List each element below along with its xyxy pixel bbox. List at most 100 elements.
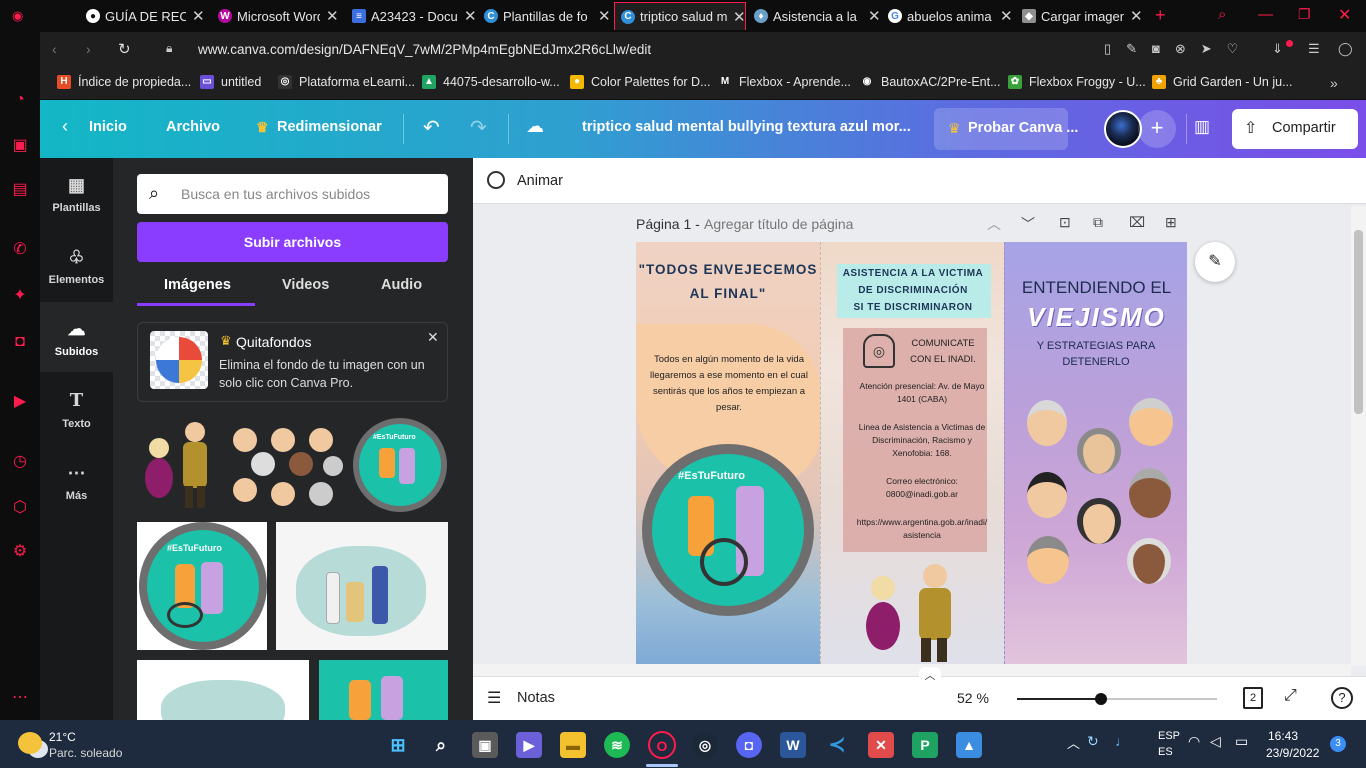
- task-view-icon[interactable]: ▣: [472, 732, 498, 758]
- bookmark-item[interactable]: ● Color Palettes for D...: [570, 75, 711, 89]
- add-member-button[interactable]: +: [1138, 110, 1176, 148]
- resize-button[interactable]: Redimensionar: [277, 119, 382, 135]
- search-icon[interactable]: ⌕: [1218, 6, 1226, 23]
- bookmark-item[interactable]: M Flexbox - Aprende...: [718, 75, 851, 89]
- word-icon[interactable]: W: [780, 732, 806, 758]
- trash-icon[interactable]: ⌧: [1129, 214, 1145, 231]
- weather-icon[interactable]: [18, 732, 42, 754]
- close-icon[interactable]: ✕: [427, 329, 439, 346]
- weather-temp[interactable]: 21°C: [49, 730, 76, 744]
- add-comment-button[interactable]: ✎: [1195, 242, 1235, 282]
- analytics-icon[interactable]: ▥: [1194, 117, 1210, 137]
- discord-icon[interactable]: ◘: [10, 332, 30, 352]
- windows-start-icon[interactable]: ⊞: [385, 732, 411, 758]
- maximize-button[interactable]: ❐: [1298, 6, 1311, 23]
- rail-uploads[interactable]: ☁ Subidos: [40, 302, 113, 372]
- image-thumbnail[interactable]: [137, 416, 217, 512]
- clock-date[interactable]: 23/9/2022: [1266, 746, 1319, 760]
- tab-asistencia[interactable]: ♦ Asistencia a la ✕: [754, 2, 880, 30]
- tab-docs[interactable]: ≡ A23423 - Docu ✕: [352, 2, 476, 30]
- image-thumbnail[interactable]: #EsTuFuturo: [137, 522, 267, 650]
- tab-abuelos[interactable]: G abuelos anima ✕: [888, 2, 1012, 30]
- close-icon[interactable]: ✕: [1130, 7, 1142, 25]
- spotify-icon[interactable]: ≋: [604, 732, 630, 758]
- tab-triptico[interactable]: C triptico salud m ✕: [614, 2, 746, 30]
- bookmark-item[interactable]: H Índice de propieda...: [57, 75, 191, 89]
- close-icon[interactable]: ✕: [598, 7, 610, 25]
- image-thumbnail[interactable]: [225, 422, 343, 510]
- image-thumbnail[interactable]: [319, 660, 448, 720]
- bookmark-item[interactable]: ▲ 44075-desarrollo-w...: [422, 75, 560, 89]
- url-field[interactable]: www.canva.com/design/DAFNEqV_7wM/2PMp4mE…: [198, 42, 651, 57]
- close-icon[interactable]: ✕: [464, 7, 476, 25]
- box-icon[interactable]: ⬡: [10, 498, 30, 518]
- page-title-input[interactable]: Agregar título de página: [704, 216, 853, 232]
- new-tab-button[interactable]: +: [1155, 5, 1166, 26]
- tab-videos[interactable]: Videos: [282, 277, 329, 293]
- file-menu-button[interactable]: Archivo: [166, 119, 220, 135]
- battery-icon[interactable]: ▭: [1235, 733, 1248, 750]
- bookmark-item[interactable]: ▭ untitled: [200, 75, 261, 89]
- folder-icon[interactable]: ▬: [560, 732, 586, 758]
- vscode-icon[interactable]: ≺: [824, 732, 850, 758]
- tab-cargar[interactable]: ◆ Cargar imagen ✕: [1022, 2, 1142, 30]
- zoom-slider-thumb[interactable]: [1095, 693, 1107, 705]
- download-icon[interactable]: ⇓: [1272, 41, 1283, 57]
- chevron-down-icon[interactable]: ﹀: [1021, 214, 1035, 234]
- sync-icon[interactable]: ↻: [1087, 733, 1099, 750]
- whatsapp-icon[interactable]: ✆: [10, 240, 30, 260]
- lock-icon[interactable]: ⊡: [1059, 214, 1071, 231]
- document-title[interactable]: triptico salud mental bullying textura a…: [582, 119, 912, 135]
- bookmark-item[interactable]: ◉ BautoxAC/2Pre-Ent...: [860, 75, 1001, 89]
- snipping-tool-icon[interactable]: ✕: [868, 732, 894, 758]
- bookmark-item[interactable]: ◎ Plataforma eLearni...: [278, 75, 415, 89]
- steam-icon[interactable]: ◎: [692, 732, 718, 758]
- undo-icon[interactable]: ↶: [423, 115, 440, 140]
- share-button[interactable]: ⇧ Compartir: [1232, 109, 1358, 149]
- tab-guia[interactable]: ● GUÍA DE RECU✕: [86, 2, 204, 30]
- redo-icon[interactable]: ↷: [470, 115, 487, 140]
- image-thumbnail[interactable]: [276, 522, 448, 650]
- image-thumbnail[interactable]: [137, 660, 309, 720]
- close-icon[interactable]: ✕: [733, 8, 745, 26]
- lang-indicator[interactable]: ESP: [1158, 730, 1180, 742]
- help-button[interactable]: ?: [1331, 687, 1353, 709]
- duplicate-icon[interactable]: ⧉: [1093, 214, 1103, 231]
- twitter-icon[interactable]: ✦: [10, 286, 30, 306]
- chevron-up-icon[interactable]: ︿: [1067, 733, 1080, 752]
- rail-more[interactable]: ⋯ Más: [40, 446, 113, 516]
- bookmark-item[interactable]: ✿ Flexbox Froggy - U...: [1008, 75, 1146, 89]
- add-page-icon[interactable]: ⊞: [1165, 214, 1177, 231]
- teams-icon[interactable]: ▶: [516, 732, 542, 758]
- gamepad-icon[interactable]: ◉: [12, 8, 28, 24]
- volume-icon[interactable]: ◁: [1210, 733, 1221, 750]
- mic-icon[interactable]: ♩: [1115, 733, 1129, 749]
- bookmark-item[interactable]: ♣ Grid Garden - Un ju...: [1152, 75, 1293, 89]
- lang-indicator[interactable]: ES: [1158, 746, 1173, 758]
- chevron-up-icon[interactable]: ︿: [919, 667, 941, 682]
- upload-files-button[interactable]: Subir archivos: [137, 222, 448, 262]
- search-icon[interactable]: ⌕: [428, 732, 454, 758]
- search-box[interactable]: ⌕ Busca en tus archivos subidos: [137, 174, 448, 214]
- discord-icon[interactable]: ◘: [736, 732, 762, 758]
- notes-button[interactable]: Notas: [517, 690, 555, 706]
- home-button[interactable]: Inicio: [89, 119, 127, 135]
- close-icon[interactable]: ✕: [326, 7, 338, 25]
- photos-icon[interactable]: ▲: [956, 732, 982, 758]
- opera-icon[interactable]: O: [648, 731, 676, 759]
- publisher-icon[interactable]: P: [912, 732, 938, 758]
- try-pro-button[interactable]: ♛ Probar Canva ...: [934, 108, 1078, 150]
- twitch-icon[interactable]: ▤: [10, 180, 30, 200]
- tab-plantillas[interactable]: C Plantillas de fo ✕: [484, 2, 610, 30]
- close-icon[interactable]: ✕: [1000, 7, 1012, 25]
- rail-elements[interactable]: ♧ Elementos: [40, 230, 113, 300]
- bag-icon[interactable]: ▣: [10, 136, 30, 156]
- settings-icon[interactable]: ⚙: [10, 542, 30, 562]
- fullscreen-icon[interactable]: ⤢: [1284, 687, 1297, 705]
- tab-audio[interactable]: Audio: [381, 277, 422, 293]
- avatar[interactable]: [1104, 110, 1142, 148]
- chevron-up-icon[interactable]: ︿: [987, 214, 1001, 234]
- tab-images[interactable]: Imágenes: [164, 277, 231, 293]
- rail-templates[interactable]: ▦ Plantillas: [40, 158, 113, 228]
- image-thumbnail[interactable]: #EsTuFuturo: [353, 418, 447, 512]
